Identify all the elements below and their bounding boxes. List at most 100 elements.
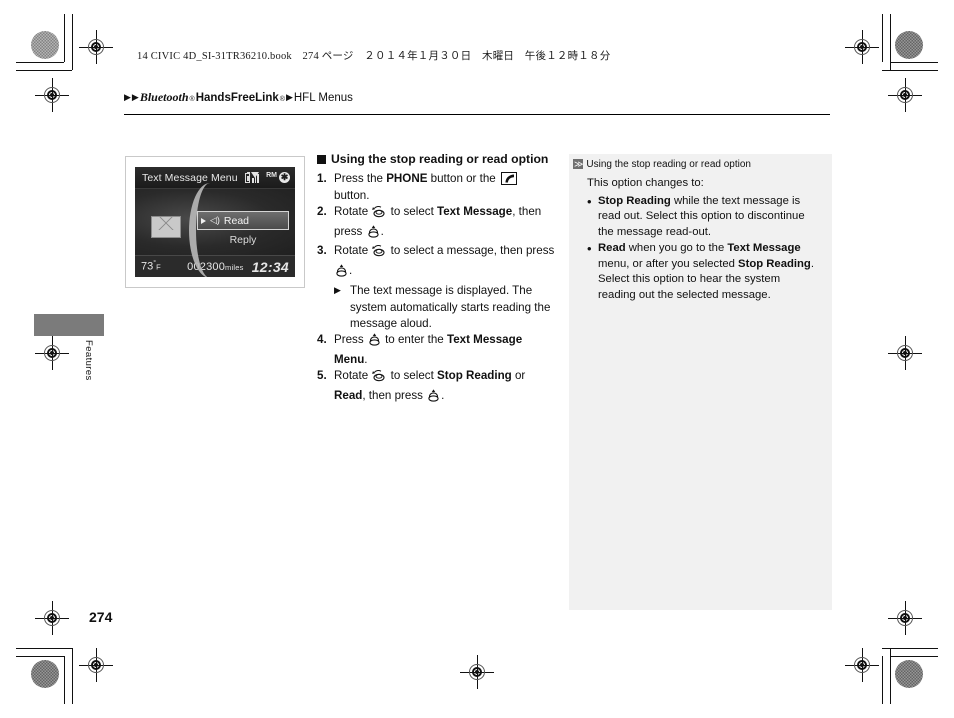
step-item: Rotate to select a message, then press .… [317, 243, 557, 332]
signal-strength-icon [251, 171, 264, 183]
registration-mark [888, 78, 922, 112]
registration-mark [79, 30, 113, 64]
subnote-arrow-icon: ▶ [334, 285, 341, 296]
registration-mark [79, 648, 113, 682]
registration-mark [845, 648, 879, 682]
lcd-menu-list: ◁) Read Reply [197, 211, 289, 249]
note-lead-text: This option changes to: [587, 177, 704, 189]
step-text: . [364, 352, 368, 366]
crop-line [64, 656, 65, 704]
step-text: button or the [427, 172, 499, 186]
clock-readout: 12:34 [251, 258, 289, 275]
speaker-icon: ◁) [210, 215, 220, 225]
crop-line [890, 62, 938, 63]
battery-icon [245, 171, 251, 183]
temperature-value: 73 [141, 260, 154, 273]
rotary-knob-rotate-icon [372, 369, 386, 387]
step-text: to select [387, 205, 438, 219]
step-item: Press the PHONE button or the button. [317, 171, 557, 204]
crop-line [16, 648, 72, 649]
registration-mark [888, 336, 922, 370]
note-panel-title: Using the stop reading or read option [586, 159, 751, 170]
step-bold: Read [334, 388, 363, 402]
registration-mark [35, 336, 69, 370]
registered-trademark-icon: ® [189, 96, 195, 103]
registered-trademark-icon: ® [279, 96, 285, 103]
breadcrumb: ▶ ▶ Bluetooth ® HandsFreeLink ® ▶ HFL Menus [124, 90, 830, 105]
temperature-readout: 73°F [141, 260, 179, 273]
running-header: 14 CIVIC 4D_SI-31TR36210.book 274 ページ ２０… [137, 51, 611, 62]
lcd-menu-item-label: Read [223, 214, 250, 227]
step-bold: PHONE [386, 172, 428, 186]
breadcrumb-arrow-icon: ▶ [124, 92, 131, 102]
step-bold: Text Message [437, 205, 513, 219]
steps-heading-text: Using the stop reading or read option [331, 152, 549, 166]
lcd-status-icons: RM ✱ [245, 171, 290, 183]
note-panel: ≫ Using the stop reading or read option … [569, 154, 832, 610]
step-text: Rotate [334, 205, 372, 219]
breadcrumb-arrow-icon: ▶ [285, 92, 293, 102]
lcd-menu-item-reply[interactable]: Reply [197, 230, 289, 249]
rotary-knob-press-icon [368, 333, 381, 351]
step-item: Rotate to select Stop Reading or Read, t… [317, 368, 557, 407]
step-text: , then press [362, 388, 427, 402]
lcd-content-area: ◁) Read Reply [135, 183, 295, 277]
rotary-knob-press-icon [335, 263, 348, 282]
rotary-knob-press-icon [367, 225, 380, 243]
halftone-circle [31, 31, 59, 59]
crop-line [16, 70, 72, 71]
step-text: . [441, 388, 445, 402]
crop-line [72, 648, 73, 704]
lcd-menu-item-read[interactable]: ◁) Read [197, 211, 289, 230]
rotary-knob-rotate-icon [372, 205, 386, 223]
step-subnote: ▶ The text message is displayed. The sys… [334, 283, 557, 332]
rotary-knob-press-icon [427, 389, 440, 407]
note-bold: Stop Reading [598, 194, 671, 207]
step-text: Rotate [334, 369, 372, 383]
note-text: when you go to the [625, 242, 728, 255]
crop-line [72, 14, 73, 70]
antenna-icon [251, 171, 260, 178]
page-number: 274 [89, 609, 113, 625]
breadcrumb-arrow-icon: ▶ [131, 92, 139, 102]
crop-line [16, 656, 64, 657]
lcd-title: Text Message Menu [142, 171, 238, 184]
note-bold: Read [598, 242, 626, 255]
note-bold: Stop Reading [738, 257, 811, 270]
note-bullet-item: Read when you go to the Text Message men… [587, 240, 820, 303]
lcd-display: Text Message Menu RM ✱ ◁) Read Reply 73°… [135, 167, 295, 277]
note-text: menu, or after you selected [598, 257, 739, 270]
registration-mark [35, 601, 69, 635]
phone-handset-button-icon [500, 172, 517, 186]
note-panel-header: ≫ Using the stop reading or read option [569, 154, 832, 170]
step-bold: Stop Reading [437, 369, 512, 383]
breadcrumb-item-handsfreelink: HandsFreeLink [195, 92, 279, 104]
step-text: Rotate [334, 244, 372, 258]
registration-mark [460, 655, 494, 689]
registration-mark [888, 601, 922, 635]
rotary-knob-rotate-icon [372, 244, 386, 262]
halftone-circle [895, 660, 923, 688]
square-bullet-icon [317, 155, 326, 165]
manual-page: 14 CIVIC 4D_SI-31TR36210.book 274 ページ ２０… [0, 0, 954, 718]
double-chevron-icon: ≫ [573, 159, 583, 169]
section-thumb-tab [34, 314, 104, 336]
bluetooth-icon: ✱ [279, 172, 290, 183]
step-text: Press [334, 333, 367, 347]
step-text: Press the [334, 172, 387, 186]
step-text: . [380, 224, 384, 238]
instruction-steps: Using the stop reading or read option Pr… [317, 151, 557, 407]
crop-line [882, 70, 938, 71]
step-text: . [349, 263, 353, 277]
step-text: button. [334, 188, 370, 202]
lcd-screen-figure: Text Message Menu RM ✱ ◁) Read Reply 73°… [125, 156, 305, 288]
crop-line [882, 656, 883, 704]
breadcrumb-item-bluetooth: Bluetooth [139, 90, 189, 104]
steps-heading: Using the stop reading or read option [317, 151, 557, 168]
breadcrumb-item-hfl-menus: HFL Menus [293, 92, 353, 104]
section-label-features: Features [83, 340, 94, 381]
crop-line [16, 62, 64, 63]
halftone-circle [895, 31, 923, 59]
crop-line [64, 14, 65, 62]
selection-caret-icon [201, 217, 206, 224]
